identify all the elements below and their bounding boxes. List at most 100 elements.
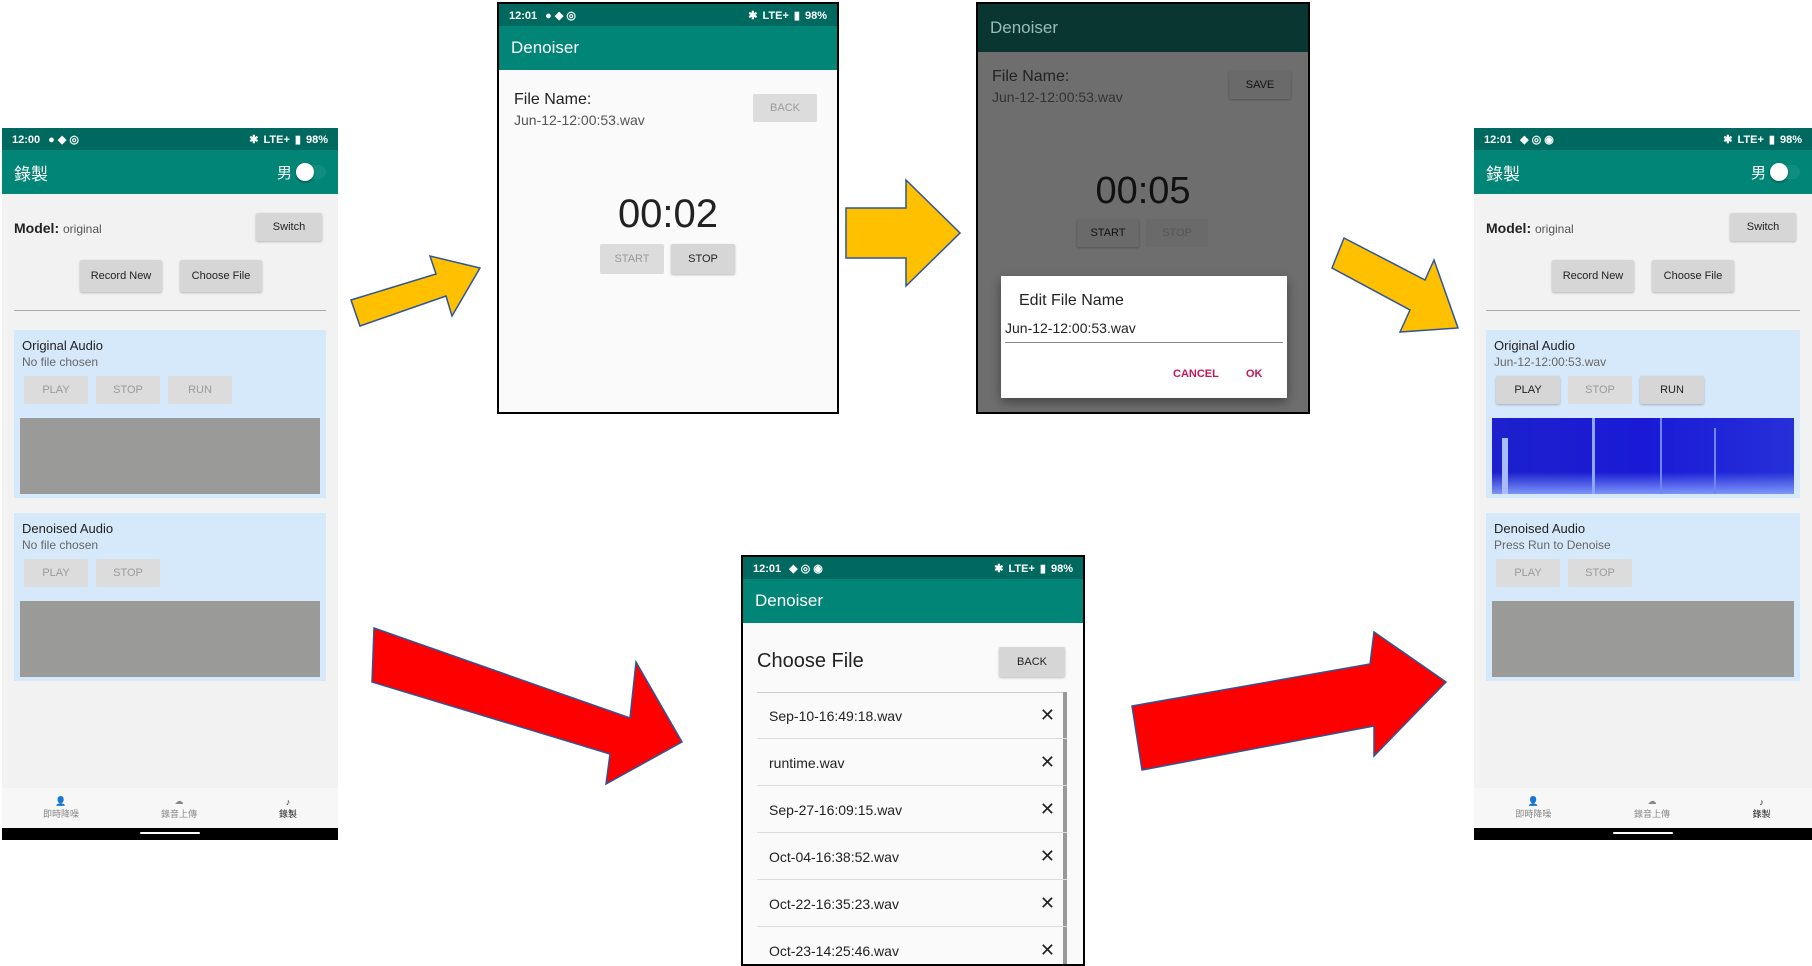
list-item[interactable]: Sep-10-16:49:18.wav ✕ (757, 693, 1067, 739)
battery-level: 98% (305, 133, 328, 146)
model-value: original (63, 222, 102, 236)
app-bar: Denoiser (499, 26, 837, 70)
gender-toggle[interactable]: 男 (1751, 162, 1800, 183)
network-label: LTE+ (1008, 562, 1035, 575)
status-bar: 12:01 ◆ ◎ ◉ ✱ LTE+ ▮ 98% (1474, 128, 1812, 150)
cancel-button[interactable]: CANCEL (1173, 368, 1219, 380)
app-bar: 錄製 男 (1474, 150, 1812, 194)
original-audio-card: Original Audio Jun-12-12:00:53.wav PLAY … (1486, 330, 1800, 498)
status-time: 12:01 (1484, 133, 1513, 146)
notification-icon: ◆ ◎ ◉ (789, 562, 823, 575)
waveform-placeholder (1492, 601, 1794, 677)
toggle-switch-icon (296, 163, 326, 181)
bluetooth-icon: ✱ (1723, 133, 1733, 146)
toggle-label: 男 (276, 164, 292, 182)
original-audio-subtitle: Jun-12-12:00:53.wav (1494, 355, 1607, 369)
music-note-icon: ♪ (1759, 796, 1764, 807)
nav-record[interactable]: ♪ 錄製 (279, 797, 297, 820)
run-button[interactable]: RUN (168, 376, 232, 404)
page-title: Denoiser (990, 18, 1059, 37)
bluetooth-icon: ✱ (249, 133, 259, 146)
switch-button[interactable]: Switch (256, 213, 322, 241)
back-button[interactable]: BACK (753, 94, 817, 122)
denoised-audio-title: Denoised Audio (1494, 521, 1586, 536)
list-item[interactable]: Oct-04-16:38:52.wav ✕ (757, 834, 1067, 880)
start-button[interactable]: START (600, 244, 664, 274)
nav-record[interactable]: ♪ 錄製 (1753, 797, 1771, 820)
network-label: LTE+ (762, 9, 789, 22)
close-icon[interactable]: ✕ (1040, 893, 1055, 914)
file-name-input[interactable]: Jun-12-12:00:53.wav (1005, 320, 1283, 343)
waveform-placeholder (20, 418, 320, 494)
original-audio-card: Original Audio No file chosen PLAY STOP … (14, 330, 326, 498)
choose-file-button[interactable]: Choose File (180, 260, 262, 292)
stop-button[interactable]: STOP (96, 559, 160, 587)
status-bar: 12:01 ◆ ◎ ◉ ✱ LTE+ ▮ 98% (743, 557, 1083, 579)
list-item[interactable]: Oct-23-14:25:46.wav ✕ (757, 928, 1067, 964)
record-timer: 00:02 (617, 192, 719, 236)
play-button[interactable]: PLAY (24, 559, 88, 587)
network-label: LTE+ (1737, 133, 1764, 146)
denoised-audio-subtitle: Press Run to Denoise (1494, 538, 1611, 552)
close-icon[interactable]: ✕ (1040, 705, 1055, 726)
file-name: Oct-04-16:38:52.wav (769, 848, 899, 865)
list-item[interactable]: Sep-27-16:09:15.wav ✕ (757, 787, 1067, 833)
battery-icon: ▮ (1768, 133, 1775, 146)
yellow-arrow-3 (1331, 236, 1460, 333)
yellow-arrow-1 (350, 254, 482, 327)
switch-button[interactable]: Switch (1730, 213, 1796, 241)
dialog-title: Edit File Name (1019, 292, 1124, 309)
nav-realtime[interactable]: 👤 即時降噪 (1515, 796, 1551, 820)
original-audio-title: Original Audio (1494, 338, 1575, 353)
nav-realtime[interactable]: 👤 即時降噪 (43, 796, 79, 820)
file-name: Oct-22-16:35:23.wav (769, 895, 899, 912)
nav-upload[interactable]: ☁ 錄音上傳 (161, 796, 197, 820)
record-new-button[interactable]: Record New (1552, 260, 1634, 292)
stop-button[interactable]: STOP (1568, 376, 1632, 404)
run-button[interactable]: RUN (1640, 376, 1704, 404)
start-button[interactable]: START (1077, 219, 1139, 247)
stop-button[interactable]: STOP (96, 376, 160, 404)
stop-button[interactable]: STOP (671, 244, 735, 274)
red-arrow-1 (371, 626, 684, 786)
denoised-audio-title: Denoised Audio (22, 521, 114, 536)
page-title: 錄製 (1486, 164, 1520, 184)
gender-toggle[interactable]: 男 (277, 162, 326, 183)
nav-label: 即時降噪 (1515, 809, 1552, 819)
list-item[interactable]: Oct-22-16:35:23.wav ✕ (757, 881, 1067, 927)
screen-save-dialog: Denoiser File Name: Jun-12-12:00:53.wav … (976, 2, 1310, 414)
close-icon[interactable]: ✕ (1040, 940, 1055, 961)
play-button[interactable]: PLAY (1496, 559, 1560, 587)
app-bar: Denoiser (743, 579, 1083, 623)
back-button[interactable]: BACK (999, 647, 1065, 677)
play-button[interactable]: PLAY (24, 376, 88, 404)
screen-record-loaded: 12:01 ◆ ◎ ◉ ✱ LTE+ ▮ 98% 錄製 男 Model: origina… (1474, 128, 1812, 840)
close-icon[interactable]: ✕ (1040, 752, 1055, 773)
file-name: Oct-23-14:25:46.wav (769, 942, 899, 959)
record-new-button[interactable]: Record New (80, 260, 162, 292)
file-name: runtime.wav (769, 754, 845, 771)
bottom-nav: 👤 即時降噪 ☁ 錄音上傳 ♪ 錄製 (2, 788, 338, 828)
red-arrow-2 (1131, 630, 1448, 771)
play-button[interactable]: PLAY (1496, 376, 1560, 404)
notification-icon: ● ◆ ◎ (48, 133, 79, 146)
nav-upload[interactable]: ☁ 錄音上傳 (1634, 796, 1670, 820)
cloud-upload-icon: ☁ (1647, 796, 1657, 806)
close-icon[interactable]: ✕ (1040, 799, 1055, 820)
save-button[interactable]: SAVE (1229, 71, 1291, 99)
ok-button[interactable]: OK (1246, 368, 1263, 380)
bottom-nav: 👤 即時降噪 ☁ 錄音上傳 ♪ 錄製 (1474, 788, 1812, 828)
choose-file-button[interactable]: Choose File (1652, 260, 1734, 292)
screen-record-initial: 12:00 ● ◆ ◎ ✱ LTE+ ▮ 98% 錄製 男 Model: origina… (2, 128, 338, 840)
divider (1486, 310, 1800, 311)
close-icon[interactable]: ✕ (1040, 846, 1055, 867)
stop-button[interactable]: STOP (1146, 219, 1208, 247)
spectrogram (1492, 418, 1794, 494)
status-bar: 12:01 ● ◆ ◎ ✱ LTE+ ▮ 98% (499, 4, 837, 26)
list-item[interactable]: runtime.wav ✕ (757, 740, 1067, 786)
mic-user-icon: 👤 (55, 796, 67, 806)
battery-level: 98% (804, 9, 827, 22)
record-timer: 00:05 (1095, 170, 1191, 212)
nav-label: 錄音上傳 (160, 809, 197, 819)
stop-button[interactable]: STOP (1568, 559, 1632, 587)
